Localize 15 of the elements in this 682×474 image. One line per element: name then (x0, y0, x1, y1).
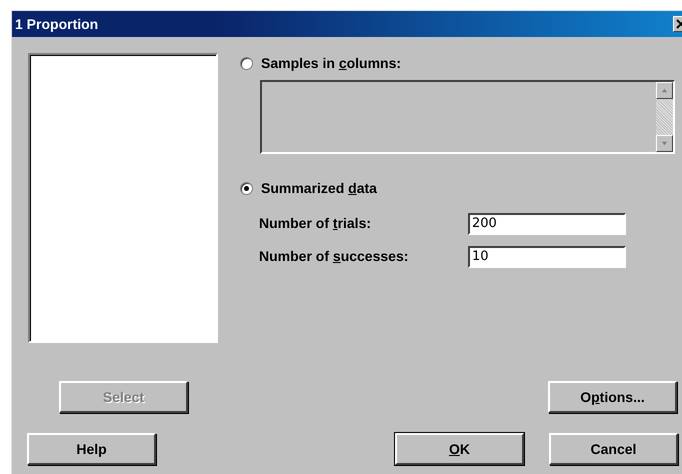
field-label: Number of successes: (259, 247, 410, 266)
radio-label: Summarized data (261, 179, 377, 198)
variable-list[interactable] (28, 53, 218, 343)
input-field[interactable]: 10 (468, 246, 626, 268)
dialog-button[interactable]: OK (395, 433, 524, 465)
input-field[interactable]: 200 (468, 212, 626, 234)
dialog-button[interactable]: Cancel (549, 433, 678, 465)
dialog-button: Select (59, 381, 188, 413)
radio-button[interactable] (240, 57, 253, 70)
dialog-button[interactable]: Help (27, 433, 156, 465)
radio-button[interactable] (240, 182, 253, 195)
dialog-button[interactable]: Options... (548, 381, 677, 413)
field-label: Number of trials: (259, 214, 372, 233)
radio-label: Samples in columns: (261, 54, 402, 73)
window-title: 1 Proportion (15, 15, 98, 34)
